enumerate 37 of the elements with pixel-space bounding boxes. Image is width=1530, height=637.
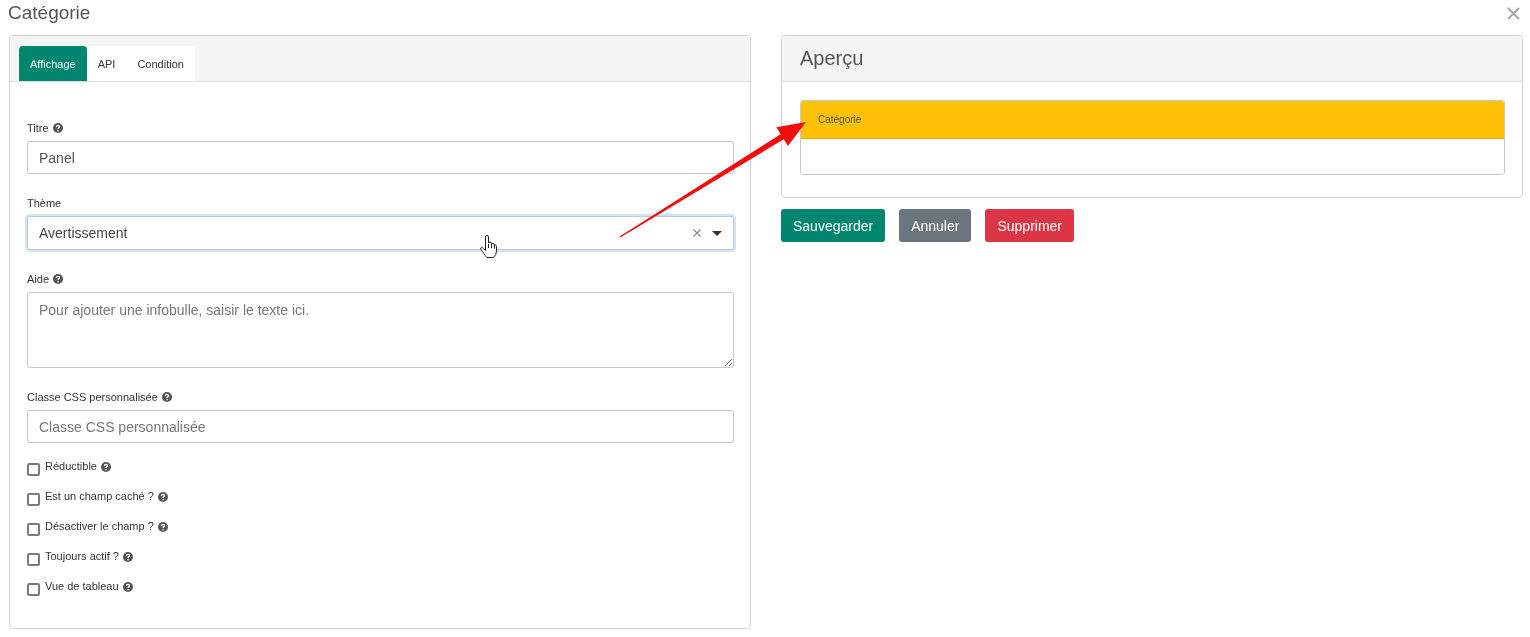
help-icon[interactable]: [157, 521, 168, 532]
field-label: Thème: [27, 196, 62, 210]
help-icon[interactable]: [123, 551, 133, 562]
select-field[interactable]: Avertissement: [27, 216, 734, 250]
text-field[interactable]: Classe CSS personnalisée: [27, 410, 734, 443]
help-icon[interactable]: [53, 274, 64, 284]
checkbox-label: Toujours actif ?: [45, 550, 119, 563]
tab[interactable]: Affichage: [19, 46, 87, 81]
cancel-button[interactable]: Annuler: [899, 209, 972, 242]
field-label: Titre: [27, 121, 49, 135]
checkbox[interactable]: [27, 493, 40, 506]
panel-heading: Catégorie: [801, 101, 1504, 139]
checkbox[interactable]: [27, 583, 40, 596]
help-icon[interactable]: [101, 461, 111, 472]
checkbox[interactable]: [27, 553, 40, 566]
checkbox-label: Réductible: [45, 460, 97, 473]
text-field[interactable]: Panel: [27, 141, 734, 174]
textarea-field[interactable]: Pour ajouter une infobulle, saisir le texte ici.: [27, 292, 734, 368]
field-label: Classe CSS personnalisée: [27, 390, 158, 404]
delete-button[interactable]: Supprimer: [985, 209, 1075, 242]
help-icon[interactable]: [52, 123, 63, 133]
save-button[interactable]: Sauvegarder: [781, 209, 886, 242]
checkbox[interactable]: [27, 463, 40, 476]
checkbox-label: Désactiver le champ ?: [45, 520, 154, 533]
caret-icon[interactable]: [712, 230, 722, 236]
help-icon[interactable]: [122, 581, 133, 592]
clear-icon[interactable]: [693, 229, 701, 237]
tab[interactable]: Condition: [126, 46, 195, 81]
help-icon[interactable]: [157, 491, 168, 502]
checkbox[interactable]: [27, 523, 40, 536]
preview-title: Aperçu: [800, 47, 864, 70]
field-label: Aide: [27, 272, 50, 286]
checkbox-label: Est un champ caché ?: [45, 490, 154, 503]
dialog-title: Catégorie: [8, 1, 91, 25]
checkbox-label: Vue de tableau: [45, 580, 119, 593]
help-icon[interactable]: [161, 392, 172, 402]
tab[interactable]: API: [86, 46, 127, 81]
